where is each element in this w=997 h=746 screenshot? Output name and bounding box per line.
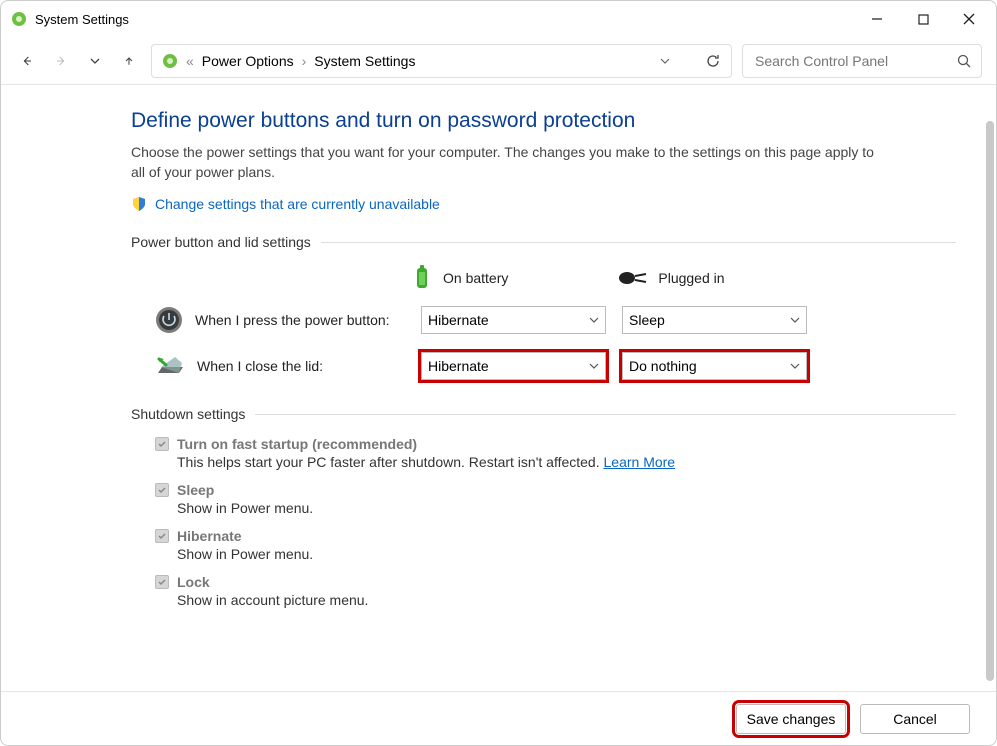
- select-power-plugged-value: Sleep: [629, 312, 665, 328]
- change-settings-link[interactable]: Change settings that are currently unava…: [155, 196, 440, 212]
- setting-sleep: Sleep Show in Power menu.: [155, 482, 956, 516]
- back-button[interactable]: [15, 49, 39, 73]
- content: Define power buttons and turn on passwor…: [1, 85, 996, 691]
- fast-startup-title: Turn on fast startup (recommended): [177, 436, 417, 452]
- breadcrumb-item-system-settings[interactable]: System Settings: [314, 53, 415, 69]
- search-input[interactable]: [753, 52, 933, 70]
- sleep-desc: Show in Power menu.: [177, 500, 956, 516]
- lid-icon: [155, 353, 185, 379]
- forward-button[interactable]: [49, 49, 73, 73]
- power-icon: [155, 306, 183, 334]
- breadcrumb-prefix: «: [186, 53, 194, 69]
- setting-lock: Lock Show in account picture menu.: [155, 574, 956, 608]
- window: System Settings « Power Options › System…: [0, 0, 997, 746]
- refresh-button[interactable]: [705, 53, 721, 69]
- setting-fast-startup: Turn on fast startup (recommended) This …: [155, 436, 956, 470]
- recent-dropdown[interactable]: [83, 49, 107, 73]
- app-icon: [11, 11, 27, 27]
- breadcrumb-item-power-options[interactable]: Power Options: [202, 53, 294, 69]
- checkbox-hibernate[interactable]: [155, 529, 169, 543]
- chevron-down-icon: [589, 315, 599, 325]
- fast-startup-desc: This helps start your PC faster after sh…: [177, 454, 604, 470]
- checkbox-sleep[interactable]: [155, 483, 169, 497]
- row-power-label: When I press the power button:: [195, 312, 390, 328]
- row-close-lid: When I close the lid: Hibernate Do nothi…: [131, 352, 956, 380]
- hibernate-desc: Show in Power menu.: [177, 546, 956, 562]
- maximize-button[interactable]: [900, 3, 946, 35]
- lock-title: Lock: [177, 574, 210, 590]
- page-description: Choose the power settings that you want …: [131, 143, 881, 182]
- row-power-button: When I press the power button: Hibernate…: [131, 306, 956, 334]
- row-lid-label: When I close the lid:: [197, 358, 323, 374]
- sleep-title: Sleep: [177, 482, 214, 498]
- close-button[interactable]: [946, 3, 992, 35]
- search-icon: [957, 54, 971, 68]
- window-controls: [854, 3, 992, 35]
- chevron-down-icon: [790, 315, 800, 325]
- footer: Save changes Cancel: [1, 691, 996, 745]
- col-battery-label: On battery: [443, 270, 508, 286]
- select-power-battery[interactable]: Hibernate: [421, 306, 606, 334]
- column-headers: On battery Plugged in: [131, 264, 956, 292]
- select-lid-battery[interactable]: Hibernate: [421, 352, 606, 380]
- section-shutdown: Shutdown settings: [131, 406, 956, 422]
- chevron-down-icon: [589, 361, 599, 371]
- breadcrumb-icon: [162, 53, 178, 69]
- section-power-button-lid: Power button and lid settings: [131, 234, 956, 250]
- checkbox-lock[interactable]: [155, 575, 169, 589]
- breadcrumb-sep-icon: ›: [302, 53, 307, 69]
- select-lid-plugged-value: Do nothing: [629, 358, 697, 374]
- section2-title: Shutdown settings: [131, 406, 245, 422]
- section1-title: Power button and lid settings: [131, 234, 311, 250]
- page-heading: Define power buttons and turn on passwor…: [131, 109, 956, 133]
- shield-icon: [131, 196, 147, 212]
- chevron-down-icon: [790, 361, 800, 371]
- titlebar: System Settings: [1, 1, 996, 37]
- address-dropdown-icon[interactable]: [659, 55, 671, 67]
- search-box[interactable]: [742, 44, 982, 78]
- window-title: System Settings: [35, 12, 129, 27]
- scrollbar[interactable]: [986, 121, 994, 681]
- hibernate-title: Hibernate: [177, 528, 242, 544]
- battery-icon: [411, 264, 433, 292]
- learn-more-link[interactable]: Learn More: [604, 454, 676, 470]
- select-lid-plugged[interactable]: Do nothing: [622, 352, 807, 380]
- cancel-button[interactable]: Cancel: [860, 704, 970, 734]
- checkbox-fast-startup[interactable]: [155, 437, 169, 451]
- toolbar: « Power Options › System Settings: [1, 37, 996, 85]
- select-power-plugged[interactable]: Sleep: [622, 306, 807, 334]
- address-bar[interactable]: « Power Options › System Settings: [151, 44, 732, 78]
- lock-desc: Show in account picture menu.: [177, 592, 956, 608]
- save-button[interactable]: Save changes: [736, 704, 846, 734]
- setting-hibernate: Hibernate Show in Power menu.: [155, 528, 956, 562]
- col-plugged-label: Plugged in: [658, 270, 724, 286]
- select-lid-battery-value: Hibernate: [428, 358, 489, 374]
- up-button[interactable]: [117, 49, 141, 73]
- select-power-battery-value: Hibernate: [428, 312, 489, 328]
- plug-icon: [618, 269, 648, 287]
- minimize-button[interactable]: [854, 3, 900, 35]
